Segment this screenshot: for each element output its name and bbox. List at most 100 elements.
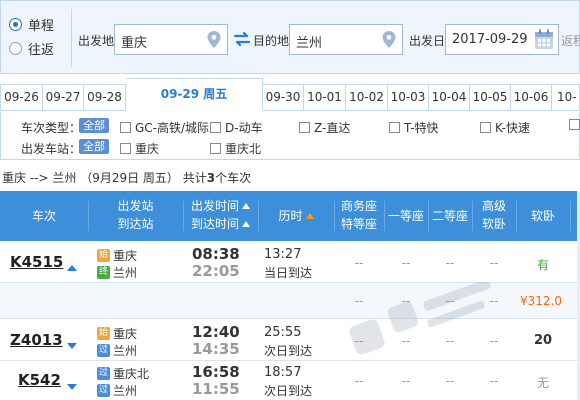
date-tab[interactable]: 10-04 (429, 84, 470, 111)
date-tabs: 09-26 09-27 09-28 09-29 周五 09-30 10-01 1… (0, 78, 580, 111)
departure-time: 12:40 (192, 323, 240, 341)
summary-count: 3 (206, 171, 216, 185)
search-panel: 单程 往返 出发地 重庆 目的地 兰州 出发日 2017-09-29 返程 (0, 0, 580, 74)
divider (570, 201, 571, 231)
radio-round-trip-label: 往返 (28, 42, 55, 58)
filter-panel: 车次类型： 全部 GC-高铁/城际 D-动车 Z-直达 T-特快 K-快速 出发… (0, 112, 580, 160)
seat-deluxe-sleeper: -- (489, 334, 499, 348)
arrival-time: 11:55 (192, 380, 240, 398)
date-tab[interactable]: 10-06 (511, 84, 552, 111)
to-input[interactable]: 兰州 (289, 24, 403, 55)
header-stations[interactable]: 出发站 到达站 (88, 197, 183, 233)
seat-business: -- (354, 374, 364, 388)
filter-option-more[interactable] (569, 119, 580, 130)
checkbox[interactable] (120, 122, 131, 133)
filter-option-t[interactable]: T-特快 (389, 119, 439, 136)
header-times[interactable]: 出发时间 到达时间 (183, 197, 258, 233)
train-type-label: 车次类型： (21, 121, 82, 135)
filter-option-label: K-快速 (495, 121, 530, 135)
price-deluxe-sleeper: -- (489, 294, 499, 308)
from-station-name: 重庆 (113, 249, 138, 263)
train-number[interactable]: K4515 (10, 253, 63, 271)
swap-icon[interactable] (233, 30, 251, 48)
date-input[interactable]: 2017-09-29 (445, 24, 559, 55)
sort-asc-icon[interactable] (242, 221, 250, 227)
checkbox[interactable] (210, 143, 221, 154)
calendar-icon[interactable] (534, 29, 554, 50)
divider (71, 9, 72, 67)
header-duration[interactable]: 历时 (258, 207, 334, 225)
radio-round-trip[interactable]: 往返 (9, 38, 71, 58)
date-tab[interactable]: 09-27 (43, 84, 84, 111)
date-tab-active[interactable]: 09-29 周五 (126, 78, 263, 111)
radio-round-trip-icon[interactable] (9, 41, 22, 55)
radio-one-way-icon[interactable] (9, 17, 22, 31)
date-tab[interactable]: 09-26 (0, 84, 43, 111)
checkbox[interactable] (120, 143, 131, 154)
date-tab[interactable]: 10-03 (388, 84, 429, 111)
arrival-time: 14:35 (192, 340, 240, 358)
seat-second: -- (445, 374, 455, 388)
train-type-all-button[interactable]: 全部 (79, 118, 109, 133)
train-number[interactable]: K542 (18, 371, 61, 389)
radio-one-way[interactable]: 单程 (9, 14, 71, 34)
table-row[interactable]: K542 过重庆北 过兰州 16:58 11:55 18:57 次日到达 -- … (0, 361, 580, 400)
header-deluxe-line2: 软卧 (481, 217, 506, 231)
station-option-chongqing[interactable]: 重庆 (120, 140, 159, 157)
to-station: 终兰州 (97, 264, 137, 281)
seat-deluxe-sleeper: -- (489, 374, 499, 388)
header-train[interactable]: 车次 (0, 207, 88, 225)
pass-badge: 过 (97, 344, 110, 357)
seat-first: -- (401, 334, 411, 348)
duration: 13:27 (264, 247, 302, 262)
expand-up-icon[interactable] (67, 265, 77, 271)
seat-second: -- (445, 256, 455, 270)
seat-first: -- (401, 256, 411, 270)
checkbox[interactable] (480, 122, 491, 133)
sort-asc-icon[interactable] (305, 213, 314, 219)
table-row-price: -- -- -- -- ¥312.0 (0, 283, 580, 319)
table-row[interactable]: Z4013 始重庆 过兰州 12:40 14:35 25:55 次日到达 -- … (0, 319, 580, 361)
expand-down-icon[interactable] (67, 384, 77, 390)
checkbox[interactable] (210, 122, 221, 133)
location-pin-icon[interactable] (382, 31, 396, 48)
seat-second: -- (445, 334, 455, 348)
checkbox[interactable] (389, 122, 400, 133)
date-tab[interactable]: 10-05 (470, 84, 511, 111)
header-dep-time: 出发时间 (190, 199, 239, 213)
pass-badge: 过 (97, 367, 110, 380)
header-first-class: 一等座 (387, 209, 424, 223)
train-number[interactable]: Z4013 (10, 331, 63, 349)
station-option-chongqing-north[interactable]: 重庆北 (210, 140, 261, 157)
filter-option-d[interactable]: D-动车 (210, 119, 263, 136)
seat-first: -- (401, 374, 411, 388)
from-input[interactable]: 重庆 (114, 24, 228, 55)
table-row[interactable]: K4515 始重庆 终兰州 08:38 22:05 13:27 当日到达 -- … (0, 241, 580, 283)
filter-option-z[interactable]: Z-直达 (299, 119, 350, 136)
filter-option-label: T-特快 (404, 121, 439, 135)
from-station-name: 重庆北 (113, 367, 150, 381)
arrival-note: 当日到达 (264, 266, 313, 280)
date-tab[interactable]: 09-30 (263, 84, 304, 111)
summary-route: 重庆 --> 兰州 (2, 171, 77, 185)
date-tab[interactable]: 09-28 (84, 84, 126, 111)
location-pin-icon[interactable] (207, 31, 221, 48)
station-all-button[interactable]: 全部 (79, 139, 109, 154)
station-filter: 出发车站： 全部 重庆 重庆北 (1, 138, 580, 156)
station-label: 出发车站： (21, 142, 82, 156)
duration: 25:55 (264, 325, 302, 340)
seat-business: -- (354, 256, 364, 270)
date-tab[interactable]: 10-01 (304, 84, 346, 111)
filter-option-k[interactable]: K-快速 (480, 119, 530, 136)
checkbox[interactable] (299, 122, 310, 133)
checkbox[interactable] (569, 119, 580, 130)
summary-count-suffix: 个车次 (215, 171, 252, 185)
header-deluxe-sleeper: 高级 软卧 (472, 197, 516, 233)
header-arr-time: 到达时间 (190, 217, 239, 231)
expand-down-icon[interactable] (67, 343, 77, 349)
sort-asc-icon[interactable] (242, 203, 250, 209)
start-badge: 始 (97, 327, 110, 340)
date-tab[interactable]: 10-02 (346, 84, 388, 111)
date-tab[interactable]: 10-07 (552, 84, 580, 111)
filter-option-gc[interactable]: GC-高铁/城际 (120, 119, 209, 136)
